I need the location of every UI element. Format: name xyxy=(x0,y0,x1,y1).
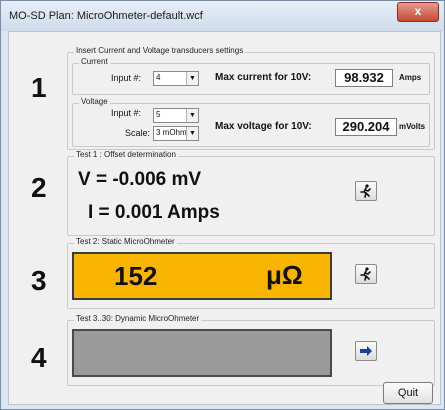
close-button[interactable]: x xyxy=(397,2,439,22)
offset-current-reading: I = 0.001 Amps xyxy=(88,202,220,223)
max-current-label: Max current for 10V: xyxy=(215,72,312,83)
offset-voltage-reading: V = -0.006 mV xyxy=(78,169,202,190)
offset-test-group: Test 1 : Offset determination V = -0.006… xyxy=(67,150,435,236)
static-reading-panel: 152 μΩ xyxy=(72,252,332,300)
voltage-group: Voltage Input #: 5 ▼ Scale: 3 mOhms ▼ Ma… xyxy=(72,97,430,147)
running-man-icon xyxy=(360,184,371,198)
chevron-down-icon[interactable]: ▼ xyxy=(186,72,198,85)
max-voltage-label: Max voltage for 10V: xyxy=(215,121,312,132)
voltage-input-label: Input #: xyxy=(111,108,142,118)
static-test-title: Test 2: Static MicroOhmeter xyxy=(74,237,177,246)
voltage-input-value: 5 xyxy=(156,110,161,119)
transducer-settings-group: Insert Current and Voltage transducers s… xyxy=(67,46,435,150)
dynamic-test-group: Test 3..30: Dynamic MicroOhmeter xyxy=(67,314,435,386)
window-title: MO-SD Plan: MicroOhmeter-default.wcf xyxy=(9,10,203,22)
chevron-down-icon[interactable]: ▼ xyxy=(186,109,198,122)
current-group: Current Input #: 4 ▼ Max current for 10V… xyxy=(72,57,430,95)
current-input-label: Input #: xyxy=(111,73,142,83)
running-man-icon xyxy=(360,267,371,281)
quit-button[interactable]: Quit xyxy=(383,382,433,404)
voltage-group-title: Voltage xyxy=(79,97,110,106)
run-dynamic-test-button[interactable] xyxy=(355,341,377,361)
app-window: MO-SD Plan: MicroOhmeter-default.wcf x 1… xyxy=(0,0,445,410)
voltage-unit: mVolts xyxy=(399,122,426,131)
chevron-down-icon[interactable]: ▼ xyxy=(186,127,198,140)
section-number-1: 1 xyxy=(31,72,47,103)
voltage-input-select[interactable]: 5 ▼ xyxy=(153,108,199,123)
voltage-scale-select[interactable]: 3 mOhms ▼ xyxy=(153,126,199,141)
max-current-field[interactable]: 98.932 xyxy=(335,69,393,87)
section-number-3: 3 xyxy=(31,265,47,296)
current-unit: Amps xyxy=(399,73,422,82)
current-group-title: Current xyxy=(79,57,110,66)
voltage-scale-label: Scale: xyxy=(125,128,151,138)
run-static-test-button[interactable] xyxy=(355,264,377,284)
max-voltage-field[interactable]: 290.204 xyxy=(335,118,397,136)
title-bar[interactable]: MO-SD Plan: MicroOhmeter-default.wcf x xyxy=(1,1,444,31)
run-offset-test-button[interactable] xyxy=(355,181,377,201)
static-resistance-unit: μΩ xyxy=(266,260,303,290)
client-area: 1 Insert Current and Voltage transducers… xyxy=(8,31,441,405)
dynamic-reading-panel xyxy=(72,329,332,377)
section-number-4: 4 xyxy=(31,342,47,373)
right-arrow-icon xyxy=(360,346,372,356)
dynamic-test-title: Test 3..30: Dynamic MicroOhmeter xyxy=(74,314,202,323)
current-input-value: 4 xyxy=(156,73,161,82)
section-number-2: 2 xyxy=(31,172,47,203)
transducer-settings-title: Insert Current and Voltage transducers s… xyxy=(74,46,246,55)
current-input-select[interactable]: 4 ▼ xyxy=(153,71,199,86)
offset-test-title: Test 1 : Offset determination xyxy=(74,150,178,159)
static-test-group: Test 2: Static MicroOhmeter 152 μΩ xyxy=(67,237,435,309)
static-resistance-value: 152 xyxy=(114,261,158,291)
